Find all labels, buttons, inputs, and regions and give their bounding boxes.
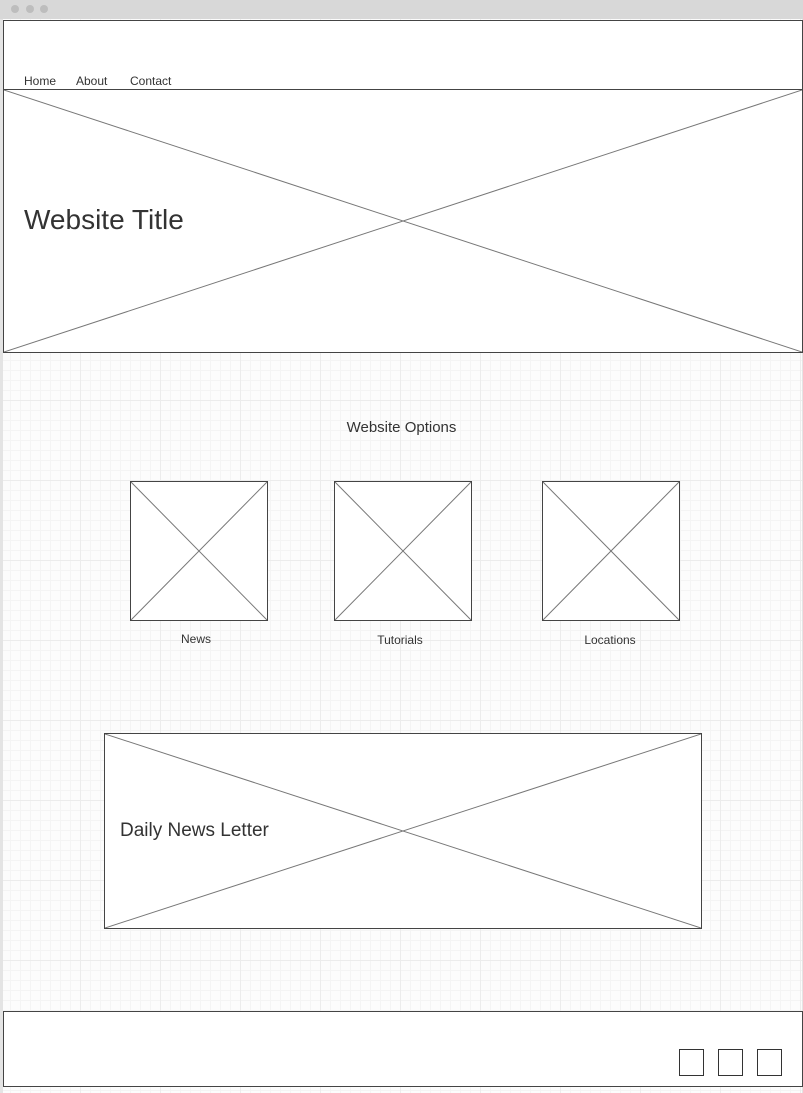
option-card-news-label[interactable]: News xyxy=(126,632,266,646)
website-title: Website Title xyxy=(24,204,184,235)
wireframe-page: Home About Contact Website Title Website… xyxy=(0,0,803,1093)
newsletter-banner-placeholder[interactable]: Daily News Letter xyxy=(104,733,702,929)
nav-home-link[interactable]: Home xyxy=(24,74,56,88)
window-titlebar xyxy=(0,0,803,19)
social-icon-1[interactable] xyxy=(679,1049,704,1076)
nav-about-link[interactable]: About xyxy=(76,74,107,88)
option-card-locations-label[interactable]: Locations xyxy=(540,633,680,647)
social-icon-3[interactable] xyxy=(757,1049,782,1076)
window-minimize-dot[interactable] xyxy=(26,5,34,13)
window-close-dot[interactable] xyxy=(11,5,19,13)
option-card-tutorials-image[interactable] xyxy=(334,481,472,621)
navigation-bar: Home About Contact xyxy=(3,20,803,91)
option-card-locations-image[interactable] xyxy=(542,481,680,621)
hero-banner-image-placeholder: Website Title xyxy=(3,89,803,353)
footer xyxy=(3,1011,803,1087)
social-icon-2[interactable] xyxy=(718,1049,743,1076)
card-placeholder-cross xyxy=(131,482,267,620)
newsletter-title: Daily News Letter xyxy=(120,820,269,841)
window-maximize-dot[interactable] xyxy=(40,5,48,13)
option-card-tutorials-label[interactable]: Tutorials xyxy=(330,633,470,647)
card-placeholder-cross xyxy=(543,482,679,620)
option-card-news-image[interactable] xyxy=(130,481,268,621)
nav-contact-link[interactable]: Contact xyxy=(130,74,171,88)
card-placeholder-cross xyxy=(335,482,471,620)
website-options-heading: Website Options xyxy=(346,419,457,436)
